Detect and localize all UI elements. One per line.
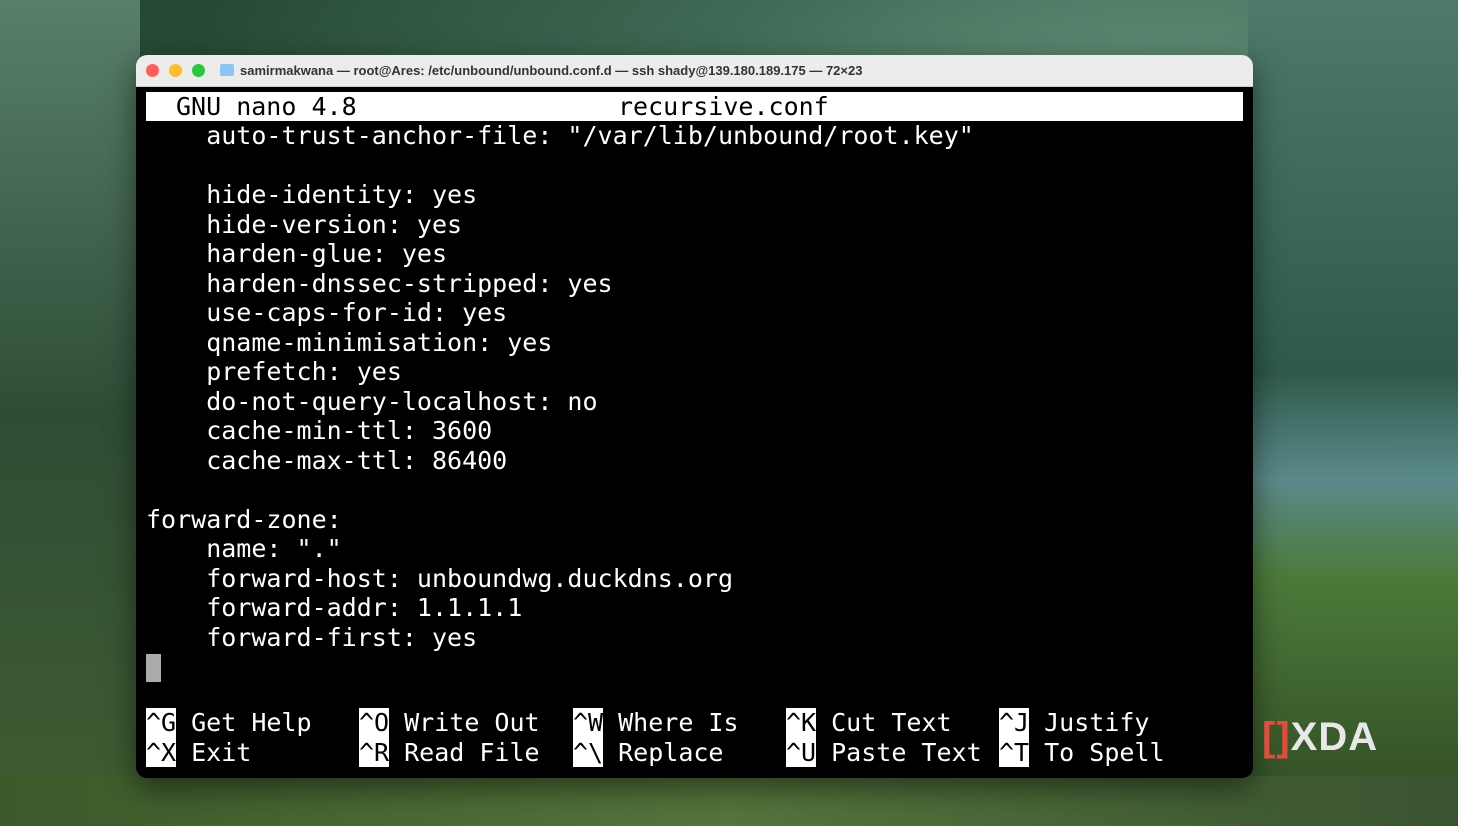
shortcut-label: Read File — [404, 737, 540, 767]
terminal-content[interactable]: GNU nano 4.8 recursive.conf auto-trust-an… — [146, 92, 1243, 773]
shortcut-label: Cut Text — [831, 708, 952, 737]
shortcut-item: ^J Justify — [999, 708, 1149, 738]
shortcut-key: ^U — [786, 737, 817, 767]
code-line: hide-identity: yes — [146, 180, 478, 209]
shortcut-label: To Spell — [1044, 737, 1165, 767]
text-cursor — [146, 654, 161, 682]
shortcut-item: ^R Read File — [359, 737, 540, 767]
code-line: hide-version: yes — [146, 209, 463, 239]
shortcut-key: ^X — [146, 737, 177, 767]
shortcut-item: ^X Exit — [146, 737, 252, 767]
zoom-button[interactable] — [192, 64, 205, 77]
shortcut-label: Justify — [1044, 708, 1150, 737]
code-line: cache-min-ttl: 3600 — [146, 416, 493, 445]
shortcut-item: ^\ Replace — [573, 737, 724, 767]
shortcut-row: ^X Exit ^R Read File ^\ Replace ^U Paste Text ^T… — [146, 737, 1243, 767]
xda-logo: []XDA — [1262, 715, 1379, 759]
wallpaper-right — [1248, 0, 1458, 826]
shortcut-item: ^W Where Is — [573, 708, 739, 738]
code-line: prefetch: yes — [146, 357, 402, 386]
shortcut-key: ^K — [786, 708, 817, 738]
nano-version: GNU nano 4.8 — [176, 92, 357, 121]
code-line: use-caps-for-id: yes — [146, 298, 508, 327]
shortcut-key: ^T — [999, 737, 1030, 767]
code-line: auto-trust-anchor-file: "/var/lib/unboun… — [146, 121, 974, 150]
shortcut-label: Where Is — [618, 708, 739, 737]
shortcut-label: Get Help — [191, 708, 312, 737]
shortcut-item: ^G Get Help — [146, 708, 312, 738]
shortcut-key: ^G — [146, 708, 177, 738]
shortcut-item: ^O Write Out — [359, 708, 540, 738]
code-line: harden-glue: yes — [146, 239, 448, 268]
shortcut-key: ^O — [359, 708, 390, 738]
shortcut-label: Exit — [191, 737, 252, 767]
shortcut-item: ^U Paste Text — [786, 737, 982, 767]
code-line: name: "." — [146, 534, 342, 563]
wallpaper-bottom — [0, 776, 1458, 826]
code-line: forward-first: yes — [146, 622, 478, 652]
title-bar[interactable]: samirmakwana — root@Ares: /etc/unbound/u… — [136, 55, 1253, 87]
wallpaper-left — [0, 0, 140, 826]
shortcut-item: ^K Cut Text — [786, 708, 952, 738]
code-line: cache-max-ttl: 86400 — [146, 445, 508, 475]
code-line: forward-zone: — [146, 504, 342, 534]
shortcut-bar: ^G Get Help ^O Write Out ^W Where Is ^K Cut Tex… — [146, 708, 1243, 767]
close-button[interactable] — [146, 64, 159, 77]
shortcut-label: Replace — [618, 737, 724, 767]
shortcut-key: ^R — [359, 737, 390, 767]
shortcut-key: ^J — [999, 708, 1030, 738]
window-title: samirmakwana — root@Ares: /etc/unbound/u… — [240, 63, 863, 78]
code-line: forward-addr: 1.1.1.1 — [146, 593, 523, 622]
cursor-line — [146, 652, 1243, 682]
code-line: qname-minimisation: yes — [146, 327, 553, 357]
shortcut-key: ^\ — [573, 737, 604, 767]
code-line: forward-host: unboundwg.duckdns.org — [146, 563, 733, 593]
shortcut-row: ^G Get Help ^O Write Out ^W Where Is ^K Cut Tex… — [146, 708, 1243, 738]
folder-icon — [220, 64, 234, 76]
code-line: do-not-query-localhost: no — [146, 386, 598, 416]
shortcut-item: ^T To Spell — [999, 737, 1165, 767]
shortcut-key: ^W — [573, 708, 604, 738]
nano-header: GNU nano 4.8 recursive.conf — [146, 92, 1243, 121]
terminal-window: samirmakwana — root@Ares: /etc/unbound/u… — [136, 55, 1253, 778]
editor-buffer[interactable]: auto-trust-anchor-file: "/var/lib/unboun… — [146, 121, 1243, 652]
minimize-button[interactable] — [169, 64, 182, 77]
shortcut-label: Paste Text — [831, 737, 982, 767]
file-name: recursive.conf — [618, 92, 829, 121]
code-line: harden-dnssec-stripped: yes — [146, 268, 613, 298]
shortcut-label: Write Out — [404, 708, 540, 737]
